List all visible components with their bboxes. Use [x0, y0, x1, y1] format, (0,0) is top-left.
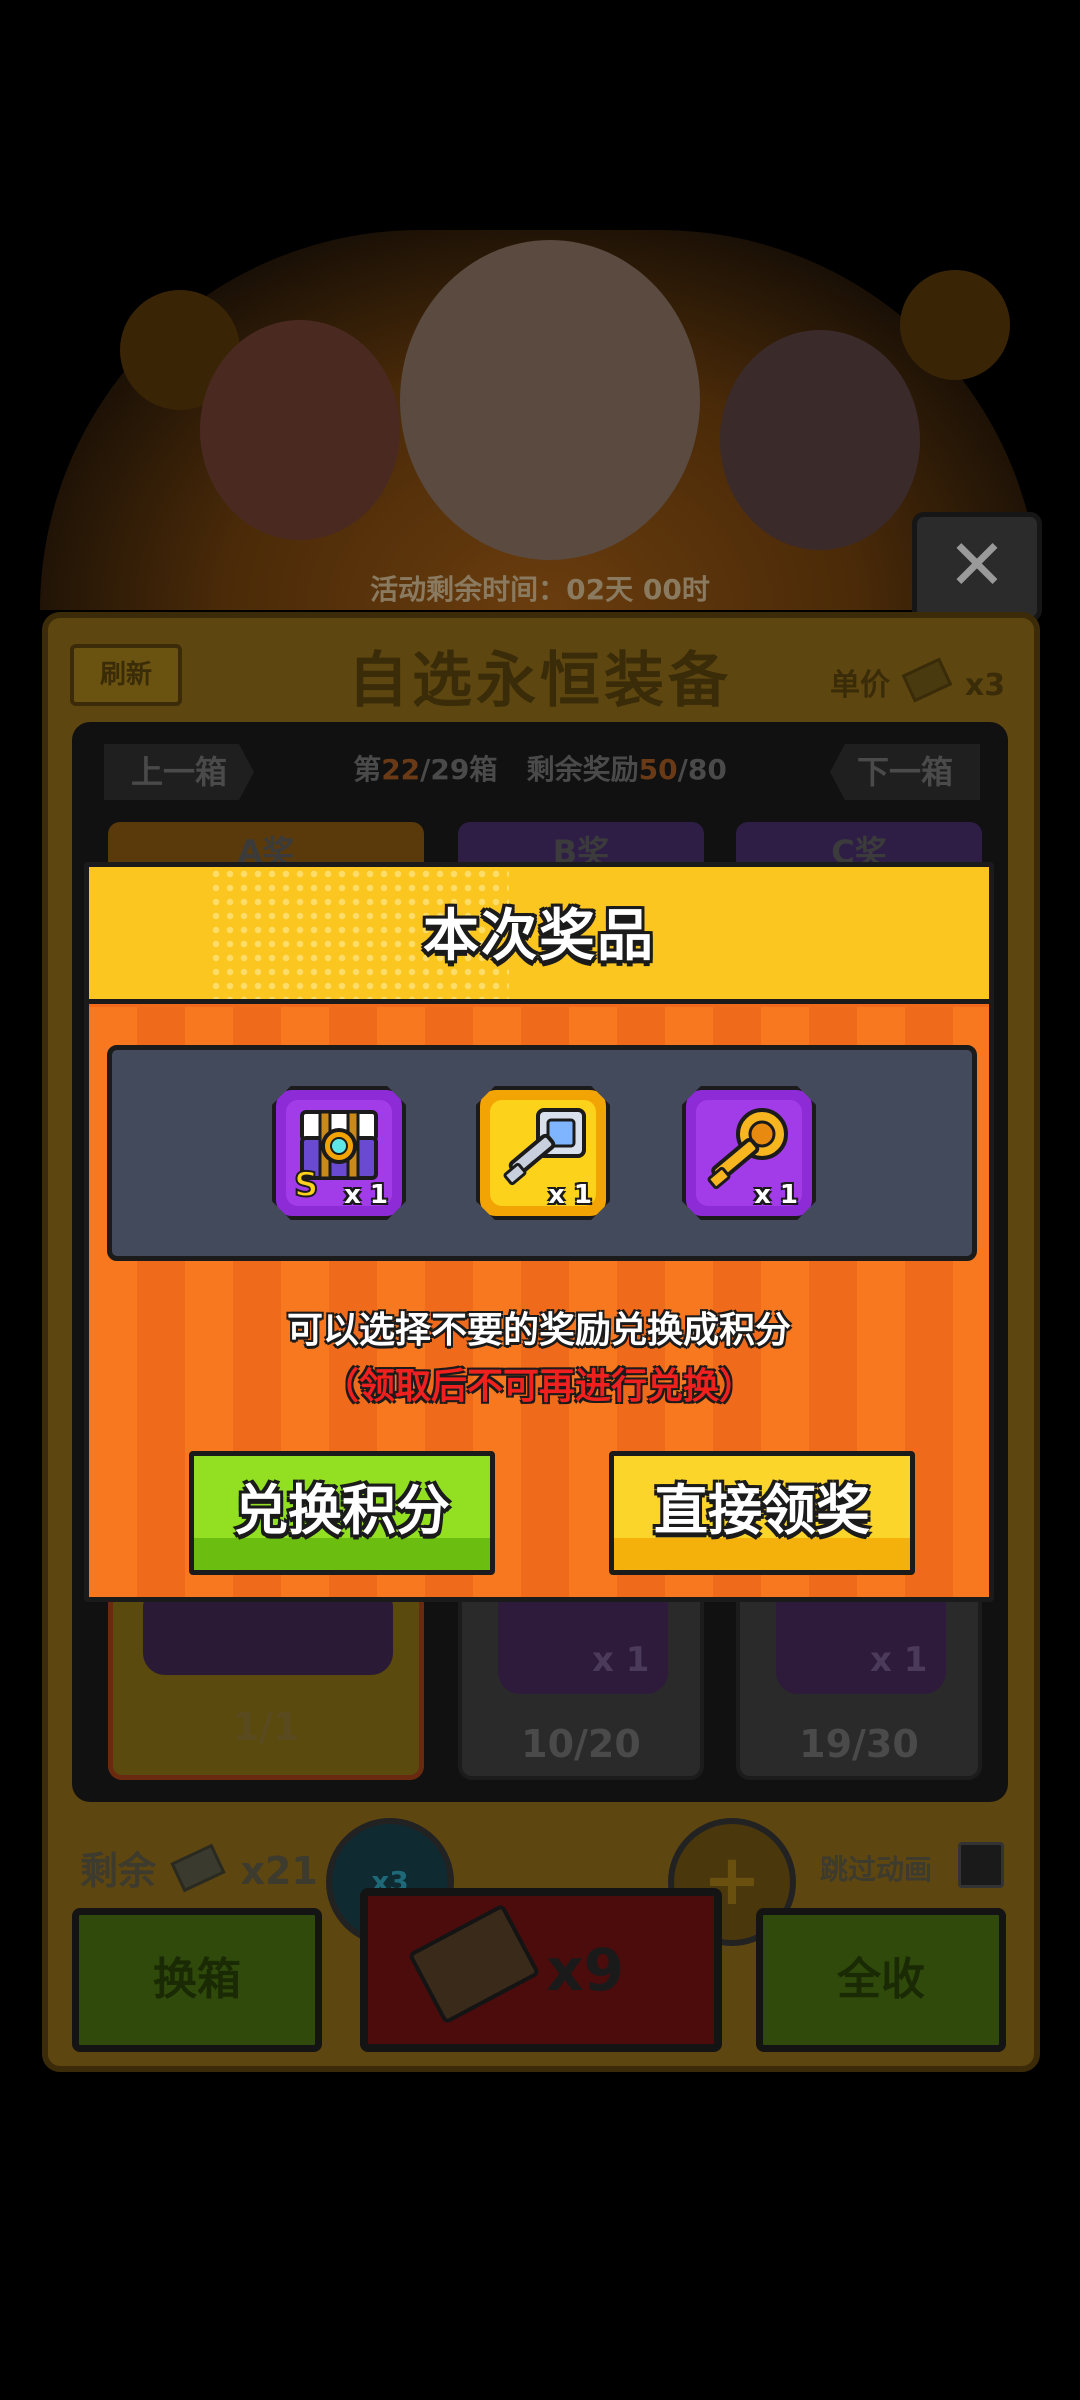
claim-directly-button[interactable]: 直接领奖 [609, 1451, 915, 1575]
skip-animation-checkbox[interactable] [958, 1842, 1004, 1888]
ticket-icon [902, 657, 953, 703]
tier-b-qty: x 1 [592, 1640, 650, 1680]
unit-price: 单价 x3 [830, 657, 1006, 704]
tier-b-card[interactable]: x 1 10/20 [458, 1584, 704, 1780]
coin-decoration [900, 270, 1010, 380]
skip-animation-label: 跳过动画 [820, 1853, 933, 1886]
svg-text:S: S [294, 1165, 319, 1205]
exchange-hint: 可以选择不要的奖励兑换成积分 [286, 1310, 791, 1351]
jester-character [720, 330, 920, 550]
total-boxes: /29箱 [420, 753, 498, 786]
unit-price-label: 单价 [830, 668, 890, 703]
collect-all-button[interactable]: 全收 [756, 1908, 1006, 2052]
close-icon: ✕ [947, 524, 1007, 606]
panel-title: 自选永恒装备 [348, 646, 732, 716]
close-button[interactable]: ✕ [912, 512, 1042, 622]
tier-a-count: 1/1 [232, 1705, 300, 1749]
remaining-value: x21 [240, 1849, 318, 1893]
ticket-icon [170, 1843, 226, 1893]
reward-item-3[interactable]: x 1 [682, 1086, 816, 1220]
reward-items-box: S x 1 x 1 x 1 [107, 1045, 977, 1261]
draw-button[interactable]: x9 [360, 1888, 722, 2052]
exchange-points-button[interactable]: 兑换积分 [189, 1451, 495, 1575]
remaining-tickets: 剩余 x21 [80, 1840, 318, 1895]
tier-a-card[interactable]: 1/1 [108, 1585, 424, 1780]
rewards-left: 50 [638, 753, 678, 786]
current-box: 22 [381, 753, 421, 786]
princess-character [200, 320, 400, 540]
exchange-warning: （领取后不可再进行兑换） [322, 1366, 755, 1407]
tier-c-count: 19/30 [799, 1722, 919, 1766]
next-box-button[interactable]: 下一箱 [830, 744, 980, 800]
modal-title: 本次奖品 [423, 904, 655, 969]
box-info: 第22/29箱 剩余奖励50/80 [260, 748, 820, 788]
event-banner-art [40, 230, 1040, 610]
unit-price-value: x3 [964, 668, 1006, 703]
prev-box-button[interactable]: 上一箱 [104, 744, 254, 800]
rewards-label: 剩余奖励 [526, 753, 639, 786]
remaining-label: 剩余 [80, 1849, 157, 1893]
refresh-button[interactable]: 刷新 [70, 644, 182, 706]
item-2-qty: x 1 [548, 1180, 592, 1210]
item-1-qty: x 1 [344, 1180, 388, 1210]
tier-c-card[interactable]: x 1 19/30 [736, 1584, 982, 1780]
rewards-total: /80 [677, 753, 727, 786]
swap-box-button[interactable]: 换箱 [72, 1908, 322, 2052]
reward-item-1[interactable]: S x 1 [272, 1086, 406, 1220]
tier-c-qty: x 1 [870, 1640, 928, 1680]
cake-cat-character [400, 240, 700, 560]
reward-modal: 本次奖品 S x 1 x 1 x 1 可以选择不要的奖励兑换成积分 （领取后不可… [84, 862, 994, 1602]
item-3-qty: x 1 [754, 1180, 798, 1210]
tier-b-count: 10/20 [521, 1722, 641, 1766]
box-prefix: 第 [353, 753, 382, 786]
reward-item-2[interactable]: x 1 [476, 1086, 610, 1220]
